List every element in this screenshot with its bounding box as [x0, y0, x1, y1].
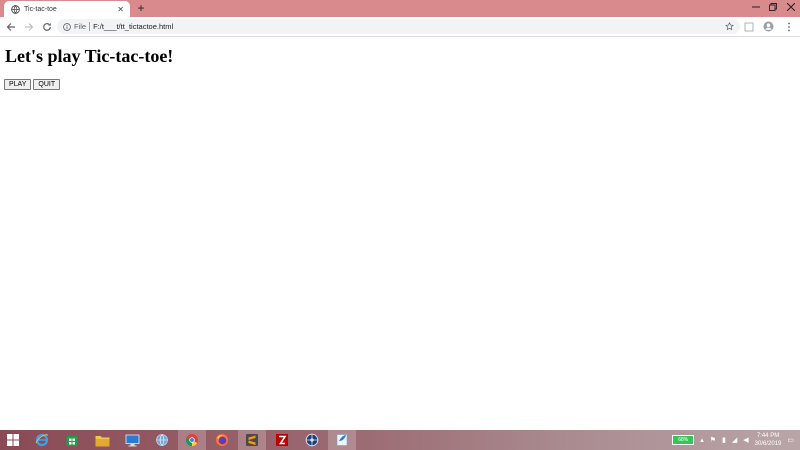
firefox-icon[interactable]	[208, 430, 236, 450]
tray-overflow-icon[interactable]: ▴	[700, 436, 704, 444]
close-window-icon[interactable]	[781, 0, 800, 14]
system-clock[interactable]: 7:44 PM 30/6/2019	[755, 432, 782, 448]
chrome-icon[interactable]	[178, 430, 206, 450]
volume-icon[interactable]: ◀	[743, 436, 748, 444]
tab-title: Tic-tac-toe	[24, 5, 57, 13]
store-icon[interactable]	[58, 430, 86, 450]
bookmark-star-icon[interactable]	[725, 22, 734, 31]
menu-kebab-icon[interactable]	[783, 21, 794, 32]
windows-start-icon[interactable]	[0, 430, 26, 450]
address-bar[interactable]: File F:/t___t/tt_tictactoe.html	[57, 19, 740, 34]
window-controls	[747, 0, 800, 17]
url-scheme: File	[74, 22, 87, 31]
forward-arrow-icon[interactable]	[22, 20, 36, 34]
globe-icon	[11, 4, 20, 14]
window-titlebar: Tic-tac-toe ✕ +	[0, 0, 800, 17]
play-button[interactable]: PLAY	[4, 79, 32, 90]
profile-avatar-icon[interactable]	[763, 21, 774, 32]
action-center-flag-icon[interactable]: ⚑	[710, 436, 716, 444]
toolbar-right-icons	[743, 19, 794, 34]
url-divider	[89, 22, 91, 31]
minimize-icon[interactable]	[747, 0, 764, 14]
notification-icon[interactable]: ▭	[787, 436, 794, 444]
quit-button[interactable]: QUIT	[33, 79, 61, 90]
file-explorer-icon[interactable]	[88, 430, 116, 450]
system-tray: 68% ▴ ⚑ ▮ ◢ ◀ 7:44 PM 30/6/2019 ▭	[672, 430, 800, 450]
extension-icon[interactable]	[743, 21, 754, 32]
battery-status-icon[interactable]: ▮	[722, 436, 726, 444]
restore-icon[interactable]	[764, 0, 781, 14]
game-controls: PLAY QUIT	[4, 79, 61, 90]
filezilla-icon[interactable]	[268, 430, 296, 450]
windows-taskbar: 68% ▴ ⚑ ▮ ◢ ◀ 7:44 PM 30/6/2019 ▭	[0, 430, 800, 450]
page-viewport: Let's play Tic-tac-toe! PLAY QUIT	[0, 37, 800, 430]
internet-explorer-icon[interactable]	[28, 430, 56, 450]
clock-time: 7:44 PM	[756, 433, 780, 439]
new-tab-button[interactable]: +	[135, 1, 147, 15]
sublime-text-icon[interactable]	[238, 430, 266, 450]
battery-indicator[interactable]: 68%	[672, 435, 695, 445]
tab-close-icon[interactable]: ✕	[117, 5, 124, 14]
clock-date: 30/6/2019	[754, 441, 782, 447]
back-arrow-icon[interactable]	[4, 20, 18, 34]
signal-icon[interactable]: ◢	[732, 436, 737, 444]
reload-icon[interactable]	[40, 20, 54, 34]
page-title: Let's play Tic-tac-toe!	[5, 46, 174, 66]
url-text[interactable]: F:/t___t/tt_tictactoe.html	[93, 22, 725, 31]
network-globe-icon[interactable]	[148, 430, 176, 450]
steering-wheel-icon[interactable]	[298, 430, 326, 450]
remote-desktop-icon[interactable]	[118, 430, 146, 450]
info-icon[interactable]	[63, 22, 71, 31]
browser-tab[interactable]: Tic-tac-toe ✕	[4, 1, 130, 17]
notepad-icon[interactable]	[328, 430, 356, 450]
browser-toolbar: File F:/t___t/tt_tictactoe.html	[0, 17, 800, 37]
